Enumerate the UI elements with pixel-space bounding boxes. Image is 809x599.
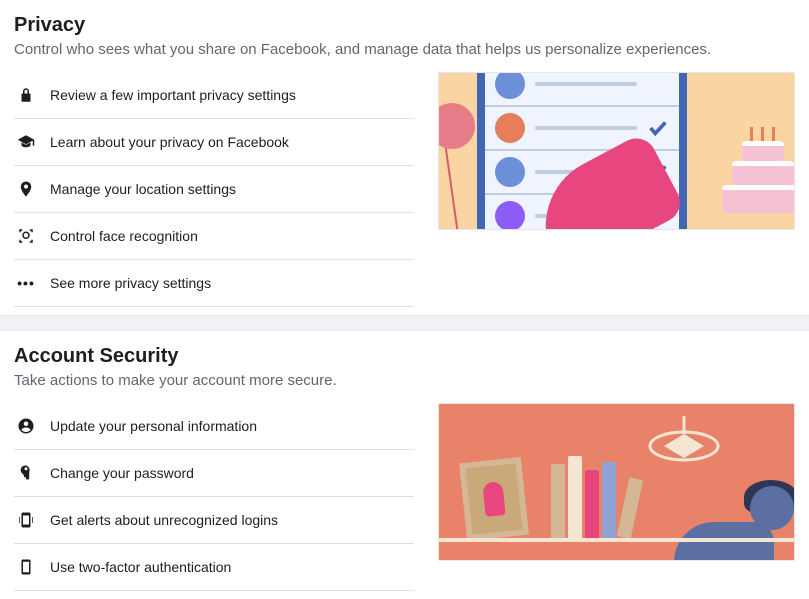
personal-info-link[interactable]: Update your personal information xyxy=(14,403,414,450)
settings-item-label: Update your personal information xyxy=(50,418,257,434)
section-divider xyxy=(0,315,809,331)
privacy-body: Review a few important privacy settings … xyxy=(14,72,795,307)
face-scan-icon xyxy=(16,226,36,246)
mobile-icon xyxy=(16,557,36,577)
settings-item-label: Learn about your privacy on Facebook xyxy=(50,134,289,150)
privacy-section: Privacy Control who sees what you share … xyxy=(0,0,809,315)
lock-icon xyxy=(16,85,36,105)
face-recognition-link[interactable]: Control face recognition xyxy=(14,213,414,260)
settings-item-label: Get alerts about unrecognized logins xyxy=(50,512,278,528)
privacy-checkup-link[interactable]: Review a few important privacy settings xyxy=(14,72,414,119)
user-circle-icon xyxy=(16,416,36,436)
privacy-settings-list: Review a few important privacy settings … xyxy=(14,72,414,307)
security-title: Account Security xyxy=(14,345,795,368)
settings-item-label: See more privacy settings xyxy=(50,275,211,291)
privacy-subtitle: Control who sees what you share on Faceb… xyxy=(14,41,795,58)
security-illustration xyxy=(438,403,795,561)
security-subtitle: Take actions to make your account more s… xyxy=(14,372,795,389)
settings-item-label: Review a few important privacy settings xyxy=(50,87,296,103)
location-settings-link[interactable]: Manage your location settings xyxy=(14,166,414,213)
privacy-illustration xyxy=(438,72,795,230)
security-settings-list: Update your personal information Change … xyxy=(14,403,414,591)
change-password-link[interactable]: Change your password xyxy=(14,450,414,497)
privacy-basics-link[interactable]: Learn about your privacy on Facebook xyxy=(14,119,414,166)
key-icon xyxy=(16,463,36,483)
privacy-title: Privacy xyxy=(14,14,795,37)
settings-item-label: Control face recognition xyxy=(50,228,198,244)
two-factor-link[interactable]: Use two-factor authentication xyxy=(14,544,414,591)
settings-item-label: Change your password xyxy=(50,465,194,481)
security-body: Update your personal information Change … xyxy=(14,403,795,591)
more-privacy-settings-link[interactable]: ••• See more privacy settings xyxy=(14,260,414,307)
graduation-cap-icon xyxy=(16,132,36,152)
settings-item-label: Use two-factor authentication xyxy=(50,559,231,575)
more-icon: ••• xyxy=(16,273,36,293)
location-pin-icon xyxy=(16,179,36,199)
login-alerts-link[interactable]: Get alerts about unrecognized logins xyxy=(14,497,414,544)
settings-item-label: Manage your location settings xyxy=(50,181,236,197)
phone-vibrate-icon xyxy=(16,510,36,530)
security-section: Account Security Take actions to make yo… xyxy=(0,331,809,599)
